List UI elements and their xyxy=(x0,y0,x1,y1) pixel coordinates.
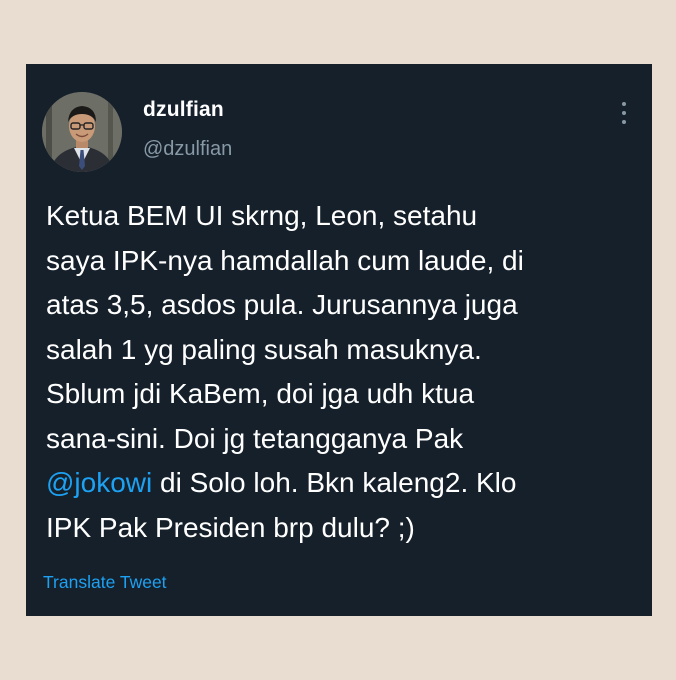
tweet-line: sana-sini. Doi jg tetangganya Pak xyxy=(46,422,464,454)
tweet-line: saya IPK-nya hamdallah cum laude, di xyxy=(46,244,524,276)
dot xyxy=(622,102,626,106)
tweet-line: salah 1 yg paling susah masuknya. xyxy=(46,333,482,365)
tweet-line: @jokowi di Solo loh. Bkn kaleng2. Klo xyxy=(46,461,636,506)
tweet-card: dzulfian @dzulfian Ketua BEM UI skrng, L… xyxy=(26,64,652,616)
tweet-line-rest: di Solo loh. Bkn kaleng2. Klo xyxy=(152,467,517,498)
dot xyxy=(622,120,626,124)
dot xyxy=(622,111,626,115)
tweet-line: IPK Pak Presiden brp dulu? ;) xyxy=(46,511,415,543)
profile-photo-icon xyxy=(42,92,122,172)
display-name[interactable]: dzulfian xyxy=(143,98,224,122)
mention-link[interactable]: @jokowi xyxy=(46,467,152,498)
avatar[interactable] xyxy=(42,92,122,172)
tweet-line: Ketua BEM UI skrng, Leon, setahu xyxy=(46,200,478,231)
tweet-text: Ketua BEM UI skrng, Leon, setahu saya IP… xyxy=(46,194,636,550)
vertical-ellipsis-icon[interactable] xyxy=(618,102,630,124)
user-handle[interactable]: @dzulfian xyxy=(143,138,232,161)
tweet-line: atas 3,5, asdos pula. Jurusannya juga xyxy=(46,289,518,320)
translate-tweet-link[interactable]: Translate Tweet xyxy=(43,572,167,593)
tweet-line: Sblum jdi KaBem, doi jga udh ktua xyxy=(46,378,475,409)
